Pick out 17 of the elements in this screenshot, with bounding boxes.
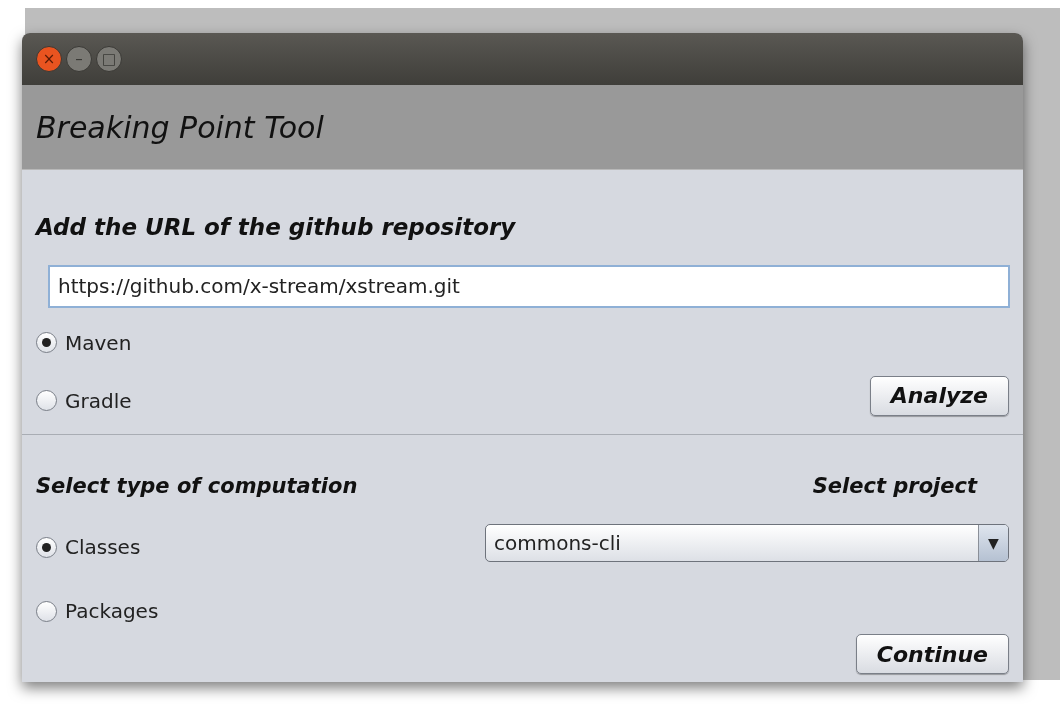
radio-option[interactable]: Maven [36,327,132,358]
url-field[interactable]: https://github.com/x-stream/xstream.git [48,264,1010,308]
radio-button[interactable] [36,536,57,558]
radio-option[interactable]: Gradle [36,385,132,416]
radio-option[interactable]: Packages [36,596,159,626]
radio-button[interactable] [36,600,57,622]
radio-button[interactable] [36,332,57,353]
close-button[interactable]: × [36,46,62,72]
window-title: Breaking Point Tool [36,108,324,147]
continue-button[interactable]: Continue [855,634,1009,674]
section-heading: Add the URL of the github repository [36,213,517,242]
section-heading: Select project [812,472,977,500]
section-heading: Select type of computation [36,472,358,500]
analyze-button[interactable]: Analyze [869,375,1009,416]
project-dropdown[interactable]: commons-cli ▼ [485,524,1009,562]
radio-option[interactable]: Classes [36,532,159,562]
radio-button[interactable] [36,390,57,411]
